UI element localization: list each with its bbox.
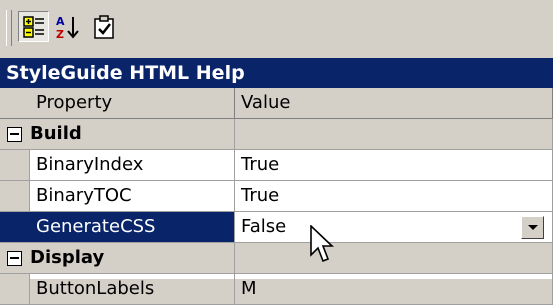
- property-value[interactable]: True: [235, 150, 553, 181]
- property-value[interactable]: True: [235, 181, 553, 212]
- object-title: StyleGuide HTML Help: [0, 58, 553, 88]
- svg-text:A: A: [56, 15, 65, 28]
- property-value-dropdown[interactable]: False: [235, 212, 553, 243]
- sort-alphabetical-button[interactable]: A Z: [52, 11, 83, 42]
- property-row[interactable]: BinaryTOC True: [0, 181, 553, 212]
- dropdown-arrow-icon[interactable]: [521, 216, 544, 239]
- property-name[interactable]: GenerateCSS: [0, 212, 235, 243]
- property-toolbar: A Z: [0, 0, 553, 59]
- grid-header: Property Value: [0, 88, 553, 119]
- collapse-icon[interactable]: [7, 251, 22, 266]
- category-row-build[interactable]: Build: [0, 119, 553, 150]
- property-pages-button[interactable]: [88, 11, 119, 42]
- property-name[interactable]: BinaryIndex: [0, 150, 235, 181]
- property-row[interactable]: BinaryIndex True: [0, 150, 553, 181]
- category-label: Build: [0, 119, 235, 150]
- collapse-icon[interactable]: [7, 127, 22, 142]
- category-value-empty: [235, 119, 553, 150]
- mouse-pointer-icon: [310, 225, 334, 263]
- category-value-empty: [235, 243, 553, 274]
- property-grid: Property Value Build BinaryIndex True Bi…: [0, 88, 553, 305]
- dropdown-value: False: [241, 216, 287, 237]
- categorized-icon: [22, 15, 44, 38]
- category-label: Display: [0, 243, 235, 274]
- category-row-display[interactable]: Display: [0, 243, 553, 274]
- property-pages-icon: [93, 14, 114, 39]
- property-name[interactable]: BinaryTOC: [0, 181, 235, 212]
- value-column-header[interactable]: Value: [235, 88, 553, 119]
- sort-alphabetical-icon: A Z: [56, 15, 79, 40]
- toolbar-grip[interactable]: [6, 10, 12, 46]
- svg-text:Z: Z: [56, 28, 64, 40]
- categorized-button[interactable]: [18, 11, 49, 42]
- property-column-header[interactable]: Property: [0, 88, 235, 119]
- property-row-selected[interactable]: GenerateCSS False: [0, 212, 553, 243]
